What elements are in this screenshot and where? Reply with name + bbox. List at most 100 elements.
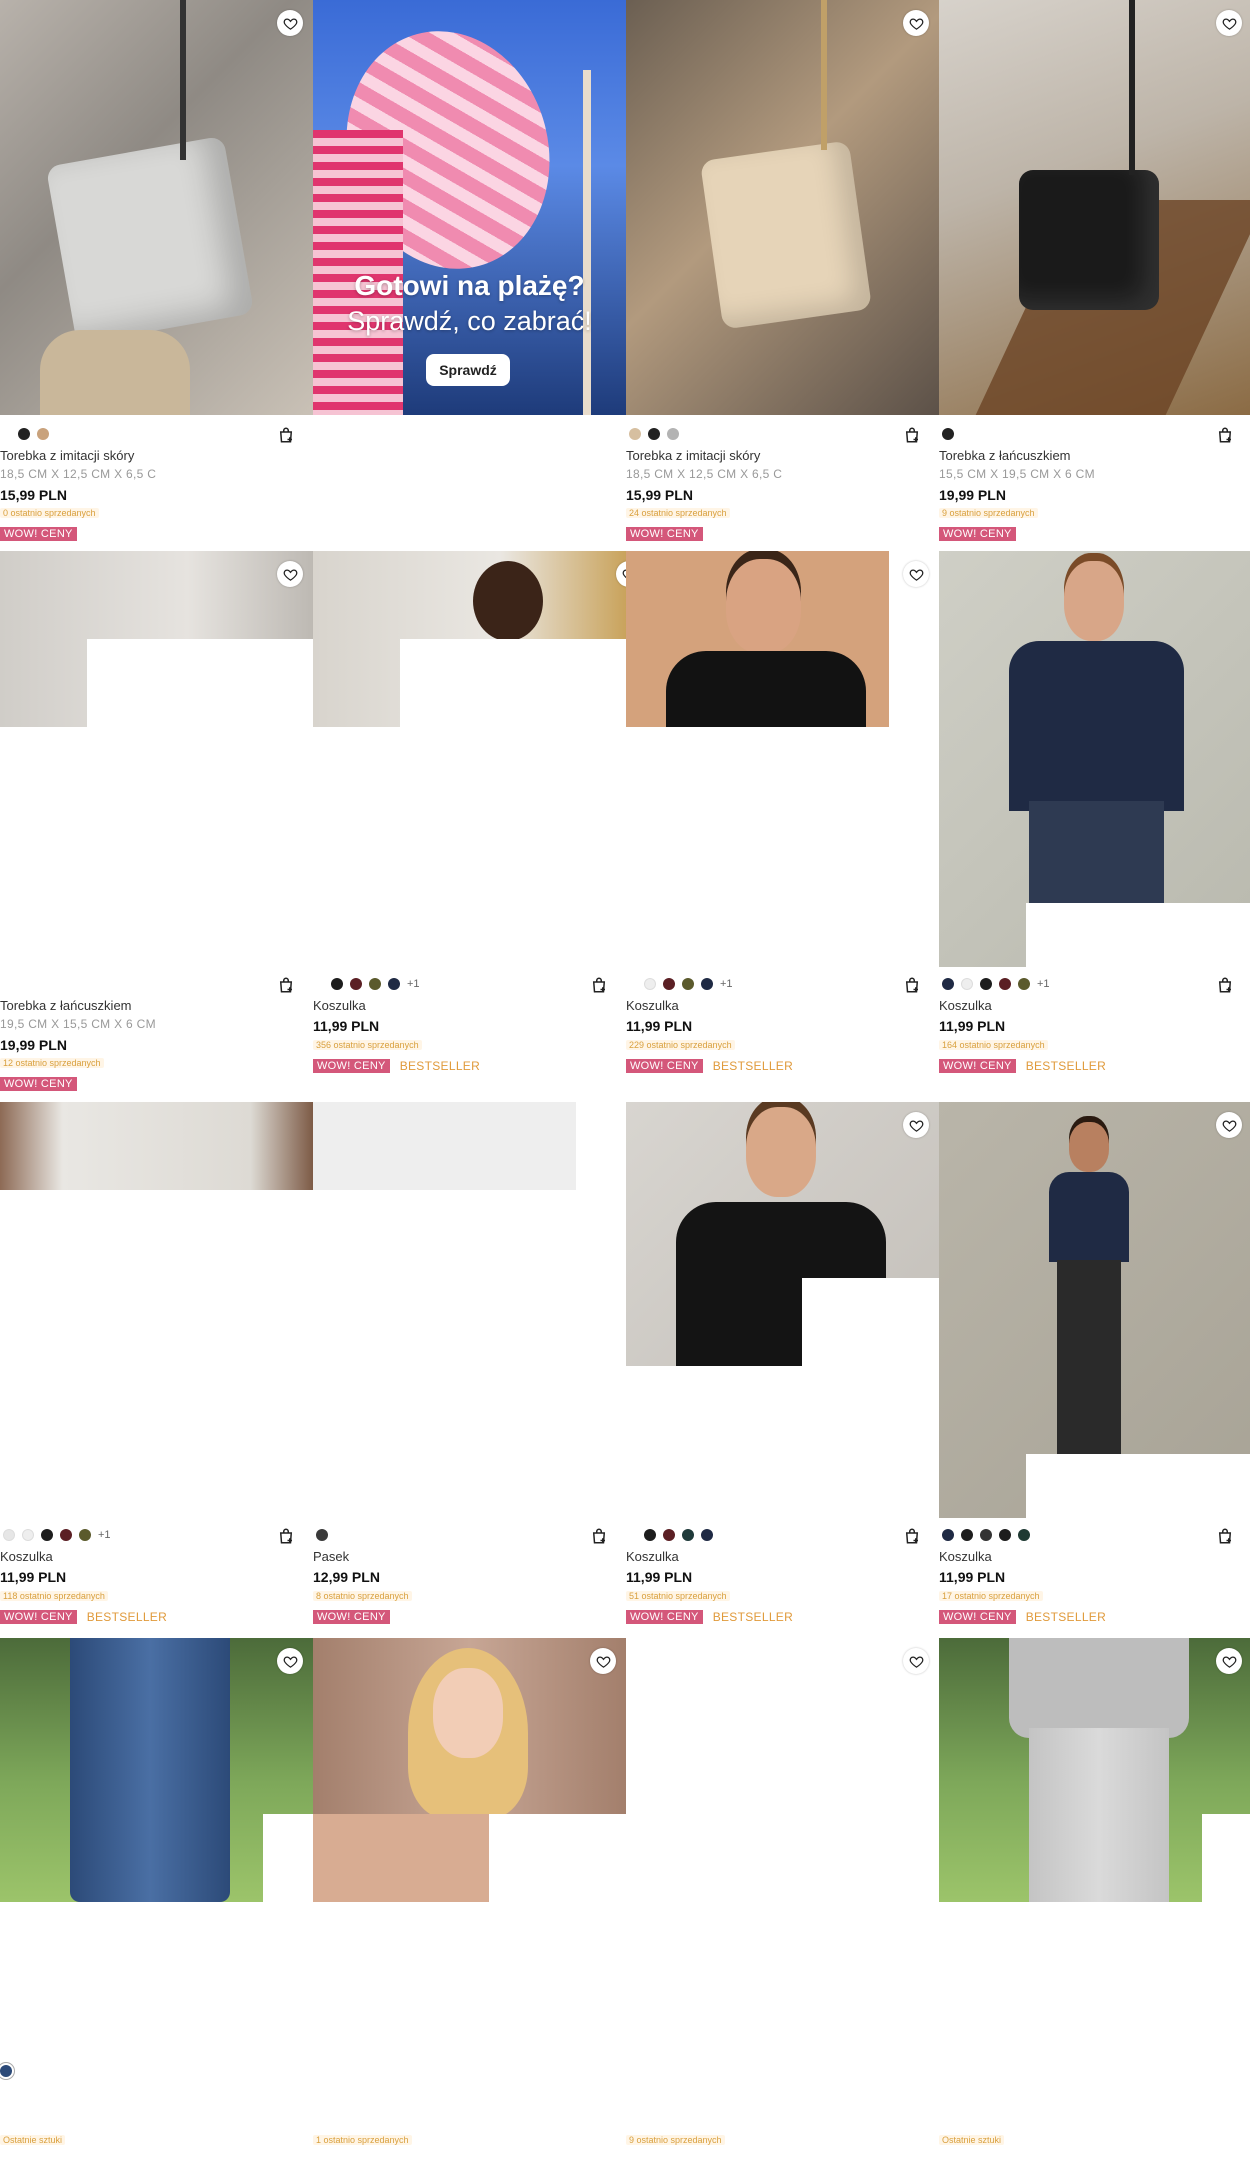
color-swatch[interactable] [3, 1529, 15, 1541]
add-to-cart-icon[interactable] [903, 1527, 921, 1545]
product-image[interactable] [313, 1638, 626, 1814]
wow-badge: WOW! CENY [0, 1610, 77, 1624]
color-swatch[interactable] [961, 1529, 973, 1541]
favorite-button[interactable] [903, 1648, 929, 1674]
color-swatches[interactable] [629, 426, 679, 442]
color-swatch[interactable] [980, 1529, 992, 1541]
favorite-button[interactable] [590, 1648, 616, 1674]
color-swatch[interactable] [18, 428, 30, 440]
color-swatch[interactable] [629, 428, 641, 440]
more-colors-label[interactable]: +1 [98, 1529, 111, 1541]
product-name[interactable]: Koszulka [626, 1549, 679, 1564]
favorite-button[interactable] [1216, 1648, 1242, 1674]
favorite-button[interactable] [277, 10, 303, 36]
color-swatch[interactable] [961, 978, 973, 990]
product-name[interactable]: Torebka z imitacji skóry [0, 448, 134, 463]
banner-image[interactable]: Gotowi na plażę? Sprawdź, co zabrać! Spr… [313, 0, 626, 415]
favorite-button[interactable] [277, 1648, 303, 1674]
add-to-cart-icon[interactable] [1216, 976, 1234, 994]
color-swatch[interactable] [41, 1529, 53, 1541]
color-swatch[interactable] [316, 1529, 328, 1541]
color-swatches[interactable] [942, 426, 954, 442]
product-image[interactable] [939, 0, 1250, 415]
color-swatches[interactable] [644, 1527, 713, 1543]
color-swatches[interactable]: +1 [644, 976, 733, 992]
color-swatch[interactable] [79, 1529, 91, 1541]
add-to-cart-icon[interactable] [277, 976, 295, 994]
more-colors-label[interactable]: +1 [407, 978, 420, 990]
color-swatch[interactable] [999, 1529, 1011, 1541]
color-swatch[interactable] [369, 978, 381, 990]
product-name[interactable]: Torebka z łańcuszkiem [939, 448, 1071, 463]
image-loading-area [1202, 1814, 1250, 1904]
color-swatch[interactable] [682, 978, 694, 990]
color-swatch[interactable] [22, 1529, 34, 1541]
color-swatch[interactable] [1018, 1529, 1030, 1541]
add-to-cart-icon[interactable] [903, 426, 921, 444]
product-name[interactable]: Koszulka [939, 1549, 992, 1564]
product-image[interactable] [626, 551, 889, 727]
favorite-button[interactable] [903, 561, 929, 587]
product-image[interactable] [626, 0, 939, 415]
color-swatches[interactable]: +1 [3, 1527, 111, 1543]
product-image[interactable] [313, 1102, 576, 1190]
more-colors-label[interactable]: +1 [1037, 978, 1050, 990]
add-to-cart-icon[interactable] [903, 976, 921, 994]
favorite-button[interactable] [1216, 10, 1242, 36]
product-name[interactable]: Torebka z imitacji skóry [626, 448, 760, 463]
product-name[interactable]: Pasek [313, 1549, 349, 1564]
color-swatch[interactable] [0, 2065, 12, 2077]
color-swatches[interactable] [942, 1527, 1030, 1543]
color-swatch[interactable] [350, 978, 362, 990]
add-to-cart-icon[interactable] [1216, 426, 1234, 444]
sold-count: 24 ostatnio sprzedanych [626, 508, 730, 518]
add-to-cart-icon[interactable] [1216, 1527, 1234, 1545]
color-swatch[interactable] [701, 978, 713, 990]
color-swatch[interactable] [682, 1529, 694, 1541]
favorite-button[interactable] [277, 561, 303, 587]
color-swatch[interactable] [644, 978, 656, 990]
product-name[interactable]: Koszulka [313, 998, 366, 1013]
favorite-button[interactable] [903, 10, 929, 36]
product-image-lower [313, 1814, 489, 1902]
heart-icon [596, 1655, 610, 1668]
product-image[interactable] [0, 1102, 313, 1190]
add-to-cart-icon[interactable] [277, 426, 295, 444]
color-swatch[interactable] [388, 978, 400, 990]
color-swatch[interactable] [644, 1529, 656, 1541]
favorite-button[interactable] [1216, 1112, 1242, 1138]
color-swatch[interactable] [331, 978, 343, 990]
color-swatch[interactable] [980, 978, 992, 990]
color-swatch[interactable] [999, 978, 1011, 990]
color-swatch[interactable] [942, 978, 954, 990]
color-swatches[interactable]: +1 [331, 976, 420, 992]
product-name[interactable]: Koszulka [939, 998, 992, 1013]
color-swatch[interactable] [663, 978, 675, 990]
color-swatch[interactable] [942, 1529, 954, 1541]
color-swatch[interactable] [60, 1529, 72, 1541]
add-to-cart-icon[interactable] [590, 976, 608, 994]
product-image[interactable] [626, 1638, 939, 1902]
color-swatch[interactable] [942, 428, 954, 440]
sold-count: 17 ostatnio sprzedanych [939, 1591, 1043, 1601]
color-swatch[interactable] [701, 1529, 713, 1541]
color-swatches[interactable]: +1 [942, 976, 1050, 992]
wow-badge: WOW! CENY [313, 1610, 390, 1624]
add-to-cart-icon[interactable] [277, 1527, 295, 1545]
color-swatch[interactable] [1018, 978, 1030, 990]
favorite-button[interactable] [903, 1112, 929, 1138]
product-name[interactable]: Koszulka [0, 1549, 53, 1564]
product-name[interactable]: Torebka z łańcuszkiem [0, 998, 132, 1013]
product-image[interactable] [0, 0, 313, 415]
color-swatches[interactable] [18, 426, 49, 442]
banner-cta-button[interactable]: Sprawdź [426, 354, 510, 386]
product-name[interactable]: Koszulka [626, 998, 679, 1013]
color-swatch[interactable] [648, 428, 660, 440]
add-to-cart-icon[interactable] [590, 1527, 608, 1545]
color-swatches[interactable] [316, 1527, 328, 1543]
more-colors-label[interactable]: +1 [720, 978, 733, 990]
color-swatches[interactable] [0, 2063, 12, 2079]
color-swatch[interactable] [663, 1529, 675, 1541]
color-swatch[interactable] [37, 428, 49, 440]
color-swatch[interactable] [667, 428, 679, 440]
